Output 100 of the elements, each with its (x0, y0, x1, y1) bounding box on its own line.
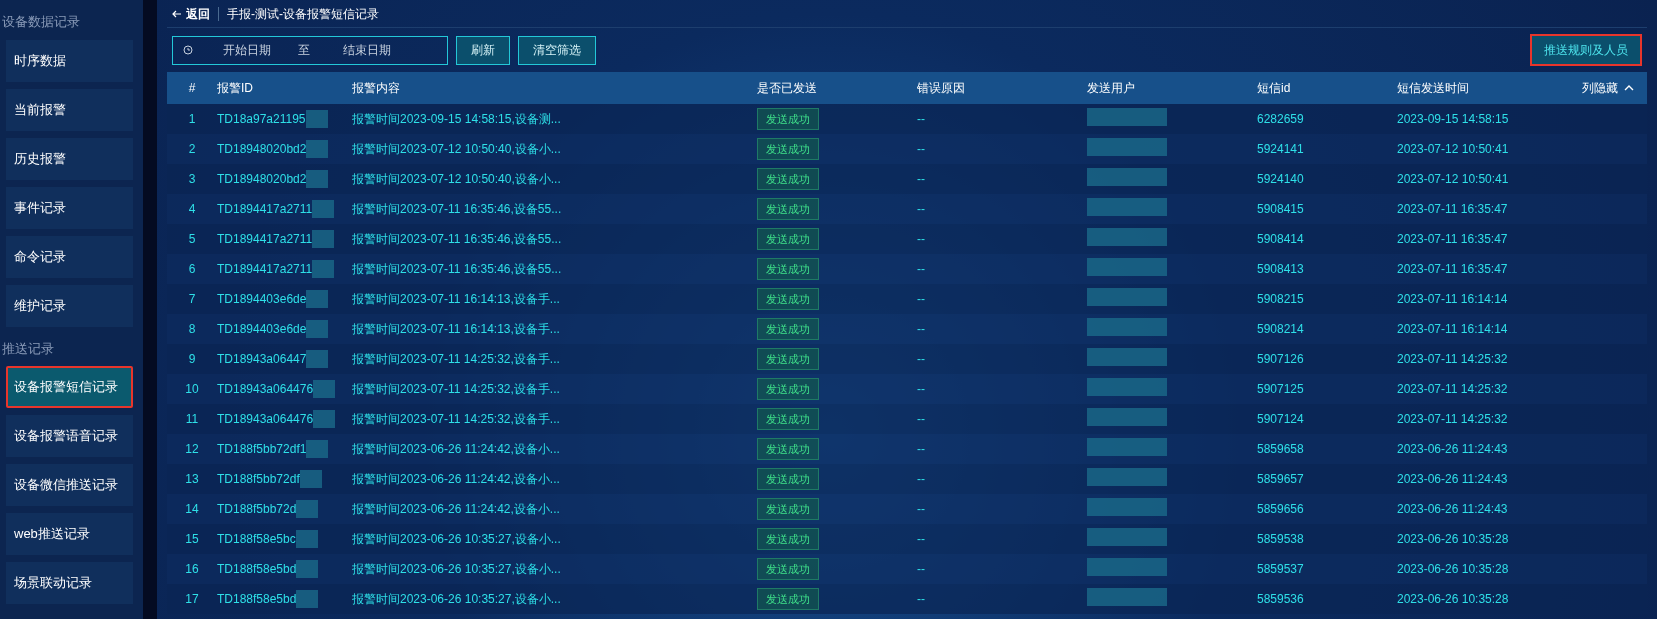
sidebar-item[interactable]: 事件记录 (6, 186, 133, 229)
table-cell-text: 7 (187, 291, 197, 308)
table-cell-text: 17 (184, 591, 200, 608)
table-cell-text: -- (917, 321, 926, 338)
table-cell-text: 10 (184, 381, 200, 398)
redacted-block (296, 590, 319, 608)
table-cell-text: 8 (187, 321, 197, 338)
date-range-field[interactable]: 开始日期 至 结束日期 (172, 35, 448, 65)
status-badge: 发送成功 (757, 557, 819, 581)
sidebar-item[interactable]: 设备报警短信记录 (6, 366, 133, 408)
table-cell-text: 5924140 (1257, 171, 1305, 188)
sidebar-item[interactable]: 命令记录 (6, 235, 133, 278)
status-badge: 发送成功 (757, 107, 819, 131)
sidebar-item[interactable]: 场景联动记录 (6, 562, 133, 604)
sidebar-item[interactable]: 时序数据 (6, 39, 133, 82)
range-separator: 至 (298, 42, 311, 59)
table-cell-text: TD1894417a2711 (217, 231, 313, 248)
column-toggle-button[interactable]: 列隐藏 (1582, 79, 1647, 97)
table-cell-text: TD188f58e5bd (217, 561, 297, 578)
table-cell-text: 2023-06-26 10:35:28 (1397, 561, 1510, 578)
column-header: 短信id (1257, 80, 1292, 97)
table-cell-text: 2023-07-12 10:50:41 (1397, 141, 1510, 158)
redacted-block (296, 560, 319, 578)
table-cell-text: -- (917, 171, 926, 188)
table-cell-text: 5908214 (1257, 321, 1305, 338)
table-cell-text: TD188f58e5bd (217, 591, 297, 608)
table-cell-text: -- (917, 201, 926, 218)
sidebar-item[interactable]: 历史报警 (6, 137, 133, 180)
table-cell-text: 12 (184, 441, 200, 458)
column-header: 是否已发送 (757, 80, 818, 97)
column-header: # (187, 80, 197, 97)
table-cell-text: TD18948020bd2 (217, 141, 307, 158)
table-cell-text: 9 (187, 351, 197, 368)
table-cell-text: 1 (187, 111, 197, 128)
status-badge: 发送成功 (757, 137, 819, 161)
table-cell-text: 2023-07-11 16:14:14 (1397, 321, 1509, 338)
table-cell-text: 5907125 (1257, 381, 1305, 398)
status-badge: 发送成功 (757, 527, 819, 551)
table-cell-text: 2023-06-26 11:24:43 (1397, 471, 1509, 488)
sidebar-item[interactable]: 当前报警 (6, 88, 133, 131)
table-cell-text: 报警时间2023-07-11 14:25:32,设备手... (352, 381, 561, 398)
table-cell-text: 5908413 (1257, 261, 1305, 278)
status-badge: 发送成功 (757, 437, 819, 461)
filter-button[interactable]: 刷新 (456, 35, 510, 65)
table-cell-text: 报警时间2023-07-11 14:25:32,设备手... (352, 411, 561, 428)
table-cell-text: -- (917, 291, 926, 308)
status-badge: 发送成功 (757, 257, 819, 281)
redacted-block (306, 320, 329, 338)
table-cell-text: 2023-07-11 14:25:32 (1397, 351, 1509, 368)
table-cell-text: 5907124 (1257, 411, 1305, 428)
filter-button[interactable]: 清空筛选 (518, 35, 596, 65)
table-cell-text: TD188f5bb72df1 (217, 441, 307, 458)
column-header: 错误原因 (917, 80, 966, 97)
table-cell-text: 14 (184, 501, 200, 518)
table-cell-text: 报警时间2023-06-26 10:35:27,设备小... (352, 561, 562, 578)
back-link[interactable]: 返回 (172, 4, 210, 23)
table-cell-text: 2023-07-11 16:35:47 (1397, 261, 1509, 278)
chevron-up-icon (1624, 85, 1634, 91)
left-arrow-icon (172, 9, 182, 18)
table-cell-text: 报警时间2023-07-11 16:35:46,设备55... (352, 261, 563, 278)
table-cell-text: -- (917, 141, 926, 158)
status-badge: 发送成功 (757, 197, 819, 221)
table-cell-text: 报警时间2023-06-26 11:24:42,设备小... (352, 441, 561, 458)
table-cell-text: 报警时间2023-06-26 11:24:42,设备小... (352, 501, 561, 518)
table-cell-text: 报警时间2023-06-26 11:24:42,设备小... (352, 471, 561, 488)
sidebar-item[interactable]: web推送记录 (6, 513, 133, 555)
sidebar-item[interactable]: 维护记录 (6, 284, 133, 327)
redacted-block (312, 260, 335, 278)
table-cell-text: 报警时间2023-07-11 16:35:46,设备55... (352, 201, 563, 218)
redacted-block (296, 500, 319, 518)
end-date-placeholder: 结束日期 (343, 42, 391, 59)
breadcrumb: 手报-测试-设备报警短信记录 (227, 5, 379, 23)
table-cell-text: 5907126 (1257, 351, 1305, 368)
redacted-block (306, 290, 329, 308)
table-cell-text: 16 (184, 561, 200, 578)
table-cell-text: 6282659 (1257, 111, 1305, 128)
sidebar-item[interactable]: 设备微信推送记录 (6, 464, 133, 506)
table-cell-text: 2023-07-11 16:35:47 (1397, 201, 1509, 218)
table-cell-text: -- (917, 111, 926, 128)
table-cell-text: -- (917, 261, 926, 278)
table-cell-text: 5859537 (1257, 561, 1305, 578)
table-cell-text: -- (917, 441, 926, 458)
table-cell-text: 2023-06-26 10:35:28 (1397, 591, 1510, 608)
table-cell-text: 5859658 (1257, 441, 1305, 458)
table-cell-text: 5859536 (1257, 591, 1305, 608)
table-cell-text: -- (917, 471, 926, 488)
table-cell-text: 2023-06-26 11:24:43 (1397, 441, 1509, 458)
column-header: 发送用户 (1087, 80, 1136, 97)
table-cell-text: 报警时间2023-09-15 14:58:15,设备测... (352, 111, 562, 128)
table-cell-text: -- (917, 381, 926, 398)
sidebar-item[interactable]: 设备报警语音记录 (6, 415, 133, 457)
push-rules-button[interactable]: 推送规则及人员 (1530, 34, 1642, 66)
table-cell-text: 2 (187, 141, 197, 158)
start-date-placeholder: 开始日期 (223, 42, 272, 59)
redacted-block (312, 200, 335, 218)
status-badge: 发送成功 (757, 467, 819, 491)
table-cell-text: -- (917, 411, 926, 428)
table-cell-text: 5859538 (1257, 531, 1305, 548)
status-badge: 发送成功 (757, 347, 819, 371)
table-cell-text: 4 (187, 201, 197, 218)
